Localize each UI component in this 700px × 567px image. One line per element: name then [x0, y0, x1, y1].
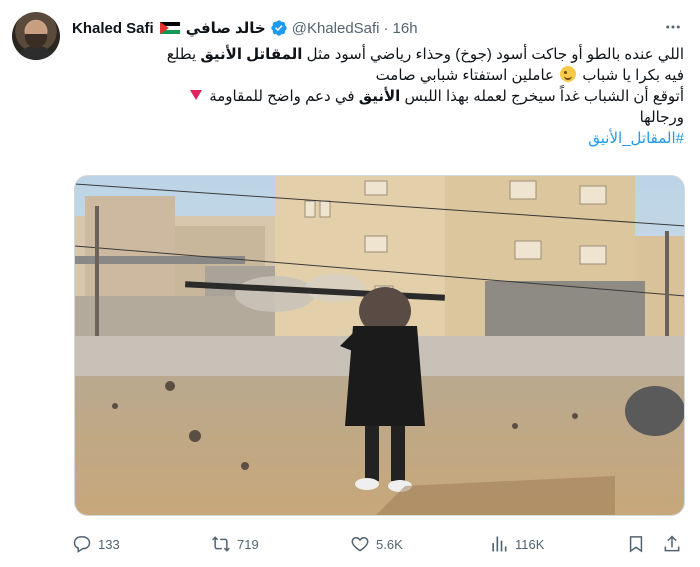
flag-icon [159, 21, 180, 35]
reply-count: 133 [98, 536, 120, 552]
tweet-header: Khaled Safi خالد صافي @KhaledSafi · 16h [72, 16, 418, 40]
red-triangle-icon [190, 90, 203, 100]
verified-icon [271, 20, 287, 36]
author-arabic-name[interactable]: خالد صافي [186, 19, 266, 37]
media-image [75, 176, 684, 515]
bold-word: الأنيق [358, 88, 401, 105]
tweet-line-2: فيه بكرا يا شباب عاملين استفتاء شبابي صا… [375, 66, 684, 84]
share-button[interactable] [662, 530, 682, 558]
separator-dot: · [383, 19, 389, 37]
repost-count: 719 [237, 536, 259, 552]
views-button[interactable]: 116K [489, 530, 544, 558]
tweet-time[interactable]: 16h [393, 20, 418, 37]
winking-face-icon [560, 66, 577, 82]
tweet-line-3: أتوقع أن الشباب غداً سيخرج لعمله بهذا ال… [72, 86, 684, 107]
more-icon[interactable] [662, 18, 684, 36]
views-icon [492, 536, 507, 552]
like-icon [351, 536, 369, 552]
reply-button[interactable]: 133 [72, 530, 120, 558]
bookmark-button[interactable] [626, 530, 646, 558]
tweet-actions: 133 719 5.6K 116K [72, 530, 684, 558]
author-name[interactable]: Khaled Safi [72, 20, 154, 37]
tweet-media[interactable] [74, 175, 685, 516]
repost-button[interactable]: 719 [211, 530, 259, 558]
share-icon [664, 535, 680, 552]
bookmark-icon [629, 536, 643, 553]
reply-icon [73, 536, 91, 553]
tweet-line-1: اللي عنده بالطو أو جاكت أسود (جوخ) وحذاء… [166, 46, 684, 63]
like-count: 5.6K [376, 536, 403, 552]
author-handle[interactable]: @KhaledSafi [292, 20, 380, 37]
bold-phrase: المقاتل الأنيق [200, 46, 303, 63]
tweet-line-5: #المقاتل_الأنيق [72, 128, 684, 149]
avatar[interactable] [12, 12, 60, 60]
tweet-line-4: ورجالها [639, 109, 684, 126]
hashtag-link[interactable]: #المقاتل_الأنيق [588, 130, 684, 147]
tweet[interactable]: Khaled Safi خالد صافي @KhaledSafi · 16h … [0, 0, 700, 567]
like-button[interactable]: 5.6K [350, 530, 403, 558]
repost-icon [212, 536, 230, 552]
views-count: 116K [515, 536, 545, 552]
tweet-text: اللي عنده بالطو أو جاكت أسود (جوخ) وحذاء… [72, 44, 684, 149]
